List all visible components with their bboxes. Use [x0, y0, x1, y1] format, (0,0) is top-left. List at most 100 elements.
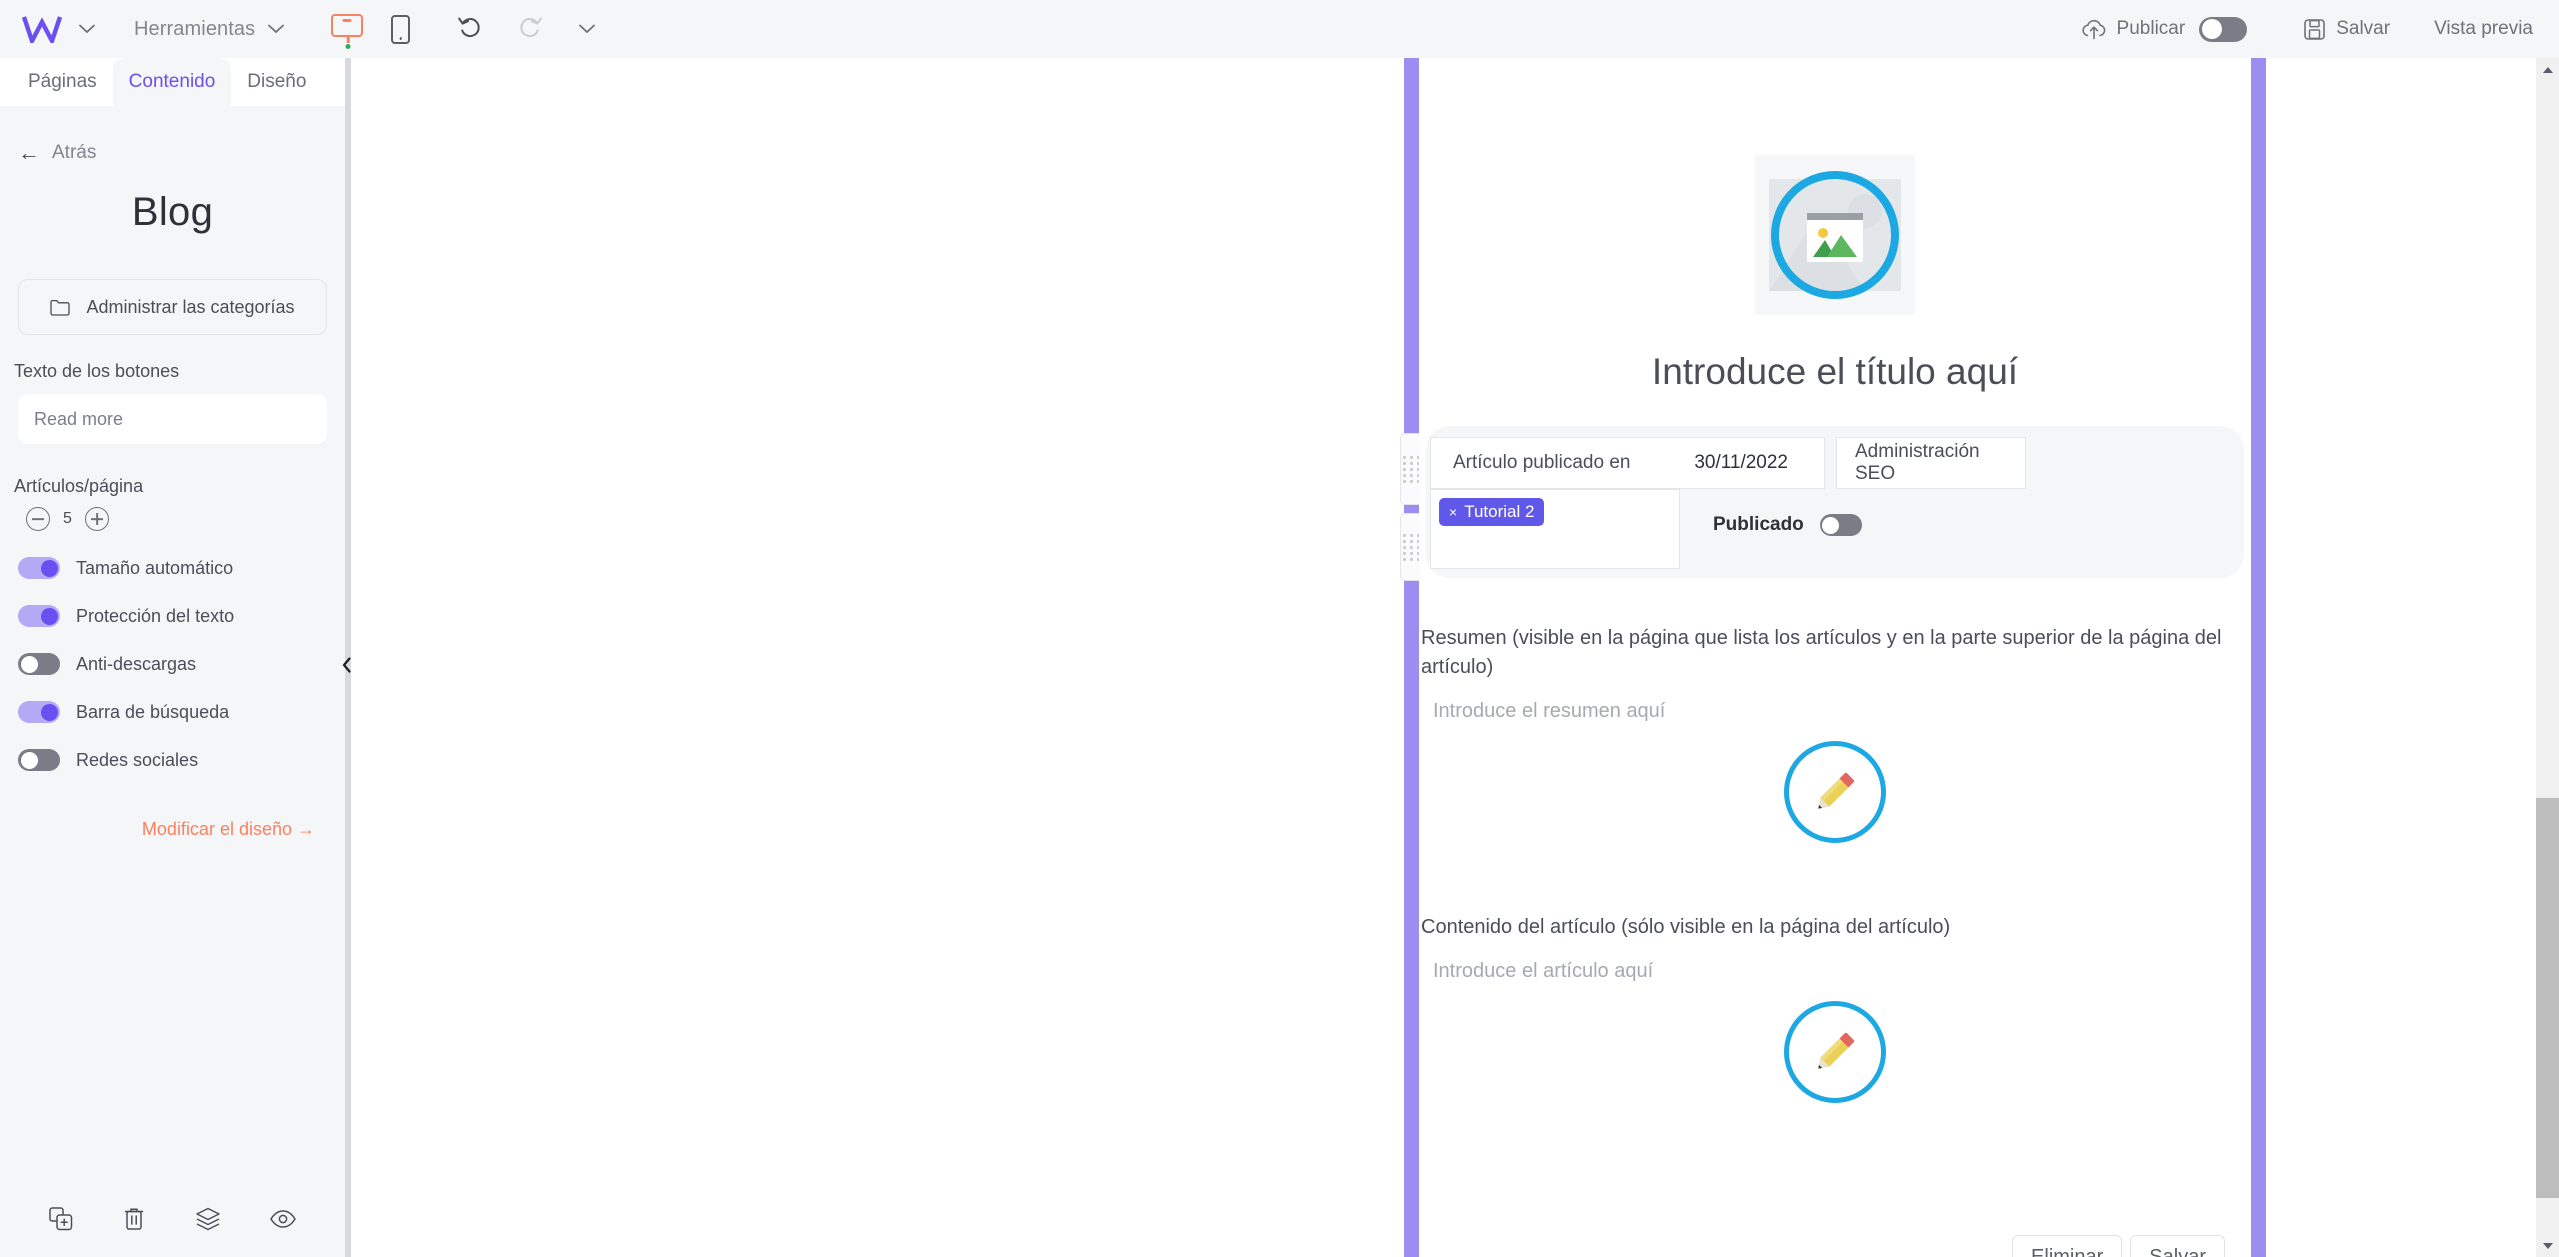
decrement-button[interactable]: [26, 507, 50, 531]
image-edit-ring: [1771, 171, 1899, 299]
articles-per-page-stepper: 5: [26, 507, 345, 531]
chevron-left-icon: [342, 657, 351, 673]
published-toggle-row: Publicado: [1713, 514, 1862, 536]
scroll-down-button[interactable]: [2536, 1234, 2559, 1257]
tools-menu-label[interactable]: Herramientas: [134, 18, 255, 41]
article-meta-card: Artículo publicado en 30/11/2022 Adminis…: [1426, 426, 2244, 578]
manage-categories-label: Administrar las categorías: [86, 296, 295, 317]
published-on-date: 30/11/2022: [1694, 452, 1788, 473]
publish-group: Publicar: [2081, 16, 2248, 42]
tab-diseno[interactable]: Diseño: [231, 58, 322, 106]
published-label: Publicado: [1713, 514, 1804, 535]
page-scrollbar[interactable]: [2536, 58, 2559, 1257]
toggle-barra-de-busqueda[interactable]: [18, 701, 60, 723]
preview-label: Vista previa: [2434, 18, 2533, 39]
setting-row-anti-descargas: Anti-descargas: [18, 653, 345, 675]
featured-image-placeholder[interactable]: [1755, 155, 1915, 315]
history-controls: [456, 13, 598, 46]
scrollbar-thumb[interactable]: [2536, 798, 2559, 1198]
sidebar-bottom-toolbar: [0, 1181, 345, 1257]
tab-paginas[interactable]: Páginas: [12, 58, 113, 106]
sidebar-collapse-button[interactable]: [340, 650, 354, 680]
tag-chip-tutorial-2[interactable]: × Tutorial 2: [1439, 498, 1545, 526]
article-action-buttons: Eliminar Salvar: [2012, 1235, 2225, 1257]
published-toggle[interactable]: [1819, 514, 1862, 536]
summary-section-label: Resumen (visible en la página que lista …: [1421, 627, 2222, 678]
left-sidebar: Páginas Contenido Diseño ← Atrás Blog Ad…: [0, 58, 345, 1257]
published-date-field[interactable]: Artículo publicado en 30/11/2022: [1430, 437, 1825, 489]
preview-button[interactable]: Vista previa: [2434, 18, 2533, 40]
duplicate-icon[interactable]: [48, 1206, 74, 1232]
toggle-label-anti-descargas: Anti-descargas: [76, 653, 197, 674]
pencil-icon: [1818, 1032, 1855, 1069]
layers-icon[interactable]: [195, 1206, 221, 1232]
w-logo[interactable]: [18, 12, 66, 46]
content-editor[interactable]: Introduce el artículo aquí: [1419, 960, 2251, 1103]
content-edit-button[interactable]: [1784, 1001, 1886, 1103]
toggle-label-tamano-automatico: Tamaño automático: [76, 557, 234, 578]
summary-placeholder: Introduce el resumen aquí: [1433, 700, 1666, 722]
categories-tag-input[interactable]: × Tutorial 2: [1430, 489, 1680, 569]
article-title[interactable]: Introduce el título aquí: [1419, 351, 2251, 393]
undo-icon[interactable]: [456, 13, 484, 46]
toggle-knob: [40, 607, 58, 625]
setting-row-barra-de-busqueda: Barra de búsqueda: [18, 701, 345, 723]
articles-per-page-value: 5: [63, 510, 72, 527]
section-rail-right[interactable]: [2251, 58, 2266, 1257]
grip-dots: [1403, 533, 1420, 561]
summary-editor[interactable]: Introduce el resumen aquí: [1419, 700, 2251, 843]
desktop-view-button[interactable]: [331, 14, 365, 49]
manage-categories-button[interactable]: Administrar las categorías: [18, 279, 327, 335]
back-button[interactable]: ← Atrás: [18, 142, 345, 164]
content-section-label: Contenido del artículo (sólo visible en …: [1421, 916, 1951, 938]
setting-row-redes-sociales: Redes sociales: [18, 749, 345, 771]
button-text-label: Texto de los botones: [14, 361, 180, 381]
sidebar-tabs: Páginas Contenido Diseño: [0, 58, 345, 106]
logo-chevron-down-icon[interactable]: [76, 18, 98, 40]
back-label: Atrás: [52, 142, 97, 163]
tag-remove-icon[interactable]: ×: [1449, 505, 1457, 519]
articles-per-page-label: Artículos/página: [14, 476, 144, 496]
folder-icon: [50, 299, 71, 316]
seo-admin-label: Administración SEO: [1855, 441, 1980, 484]
floppy-save-icon: [2303, 18, 2326, 41]
save-button[interactable]: Salvar: [2303, 18, 2390, 41]
trash-icon[interactable]: [122, 1206, 146, 1232]
section-rail-left[interactable]: [1404, 58, 1419, 1257]
arrow-left-icon: ←: [18, 140, 40, 165]
redo-icon[interactable]: [516, 13, 544, 46]
publish-toggle[interactable]: [2199, 16, 2248, 42]
setting-row-tamano-automatico: Tamaño automático: [18, 557, 345, 579]
button-text-input[interactable]: [18, 394, 327, 444]
tools-chevron-down-icon[interactable]: [265, 18, 287, 40]
increment-button[interactable]: [84, 507, 109, 531]
eye-icon[interactable]: [269, 1208, 297, 1230]
publish-toggle-knob: [2201, 19, 2222, 39]
triangle-down-icon: [2542, 1242, 2553, 1249]
seo-admin-button[interactable]: Administración SEO: [1836, 437, 2026, 489]
setting-row-proteccion-del-texto: Protección del texto: [18, 605, 345, 627]
w-logo-icon: [22, 16, 62, 43]
device-preview-switcher: [331, 14, 411, 49]
top-right-actions: Publicar Salvar Vista previa: [2081, 16, 2533, 42]
save-article-button[interactable]: Salvar: [2130, 1235, 2225, 1257]
toggle-redes-sociales[interactable]: [18, 749, 60, 771]
mobile-view-button[interactable]: [391, 14, 411, 44]
delete-button[interactable]: Eliminar: [2012, 1235, 2123, 1257]
summary-edit-button[interactable]: [1784, 741, 1886, 843]
toggle-anti-descargas[interactable]: [18, 653, 60, 675]
modify-design-link[interactable]: Modificar el diseño →: [0, 819, 315, 840]
tab-contenido[interactable]: Contenido: [112, 58, 232, 106]
scroll-up-button[interactable]: [2536, 58, 2559, 81]
toggle-label-redes-sociales: Redes sociales: [76, 749, 199, 770]
top-toolbar: Herramientas Publicar Salvar Vista previ…: [0, 0, 2559, 58]
editor-canvas: Introduce el título aquí Artículo public…: [351, 58, 2559, 1257]
history-chevron-down-icon[interactable]: [576, 18, 598, 40]
toggle-knob: [40, 559, 58, 577]
toggle-tamano-automatico[interactable]: [18, 557, 60, 579]
toggle-proteccion-del-texto[interactable]: [18, 605, 60, 627]
save-label: Salvar: [2336, 18, 2391, 39]
pencil-icon: [1818, 772, 1855, 809]
triangle-up-icon: [2542, 66, 2553, 73]
publish-button[interactable]: Publicar: [2081, 18, 2185, 40]
